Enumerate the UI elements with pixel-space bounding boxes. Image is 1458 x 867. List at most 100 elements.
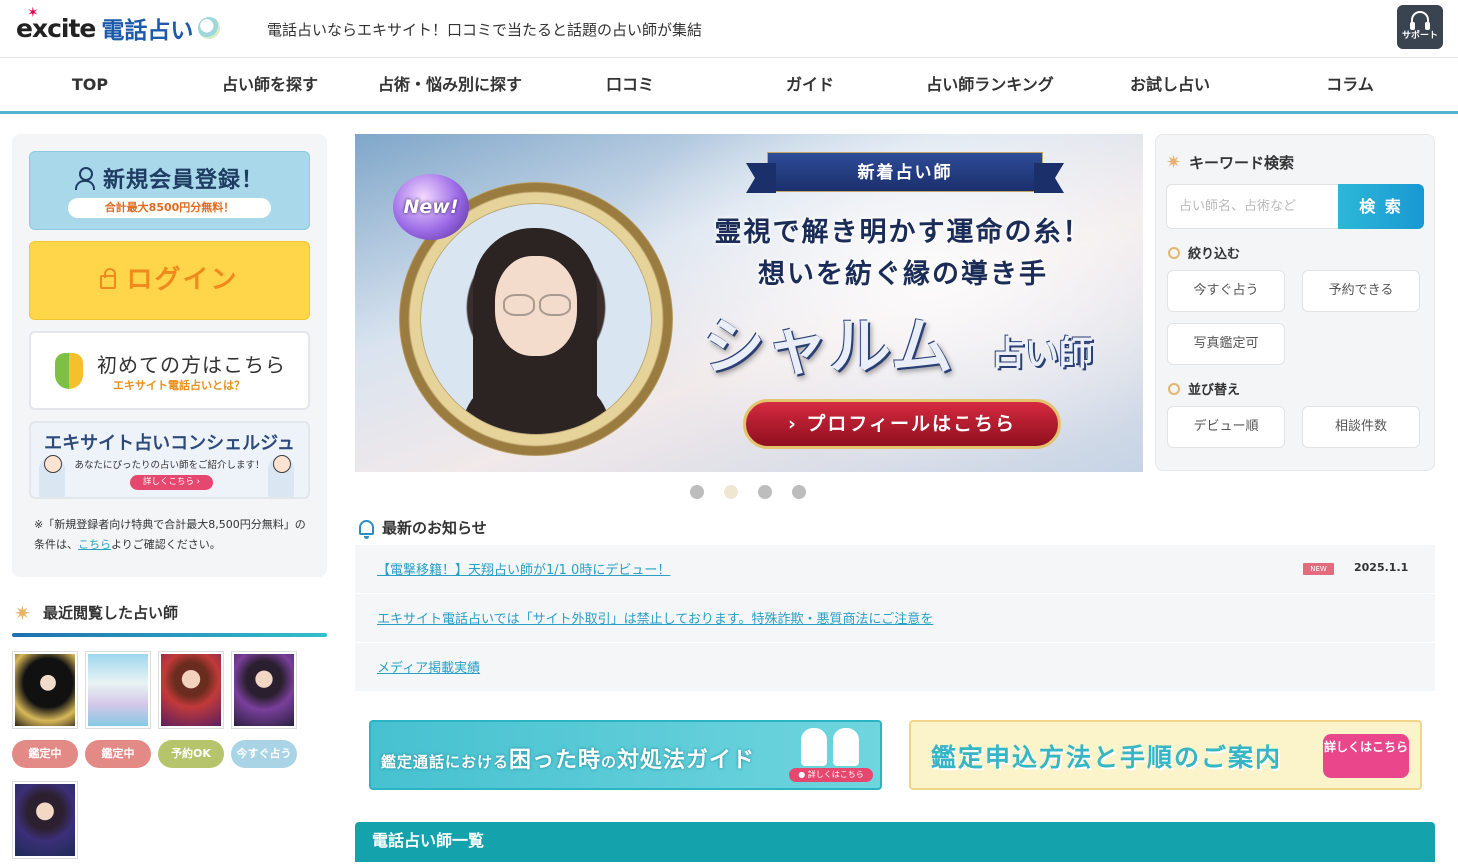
- status-badge: 今すぐ占う: [231, 740, 297, 768]
- recent-teller-thumb[interactable]: [12, 781, 78, 859]
- refresh-icon: [1168, 382, 1180, 395]
- carousel-dot[interactable]: [792, 485, 806, 499]
- filter-photo-reading[interactable]: 写真鑑定可: [1167, 323, 1285, 365]
- news-title: 最新のお知らせ: [359, 517, 487, 539]
- news-item: メディア掲載実績: [355, 643, 1435, 692]
- sort-debut-order[interactable]: デビュー順: [1167, 406, 1285, 448]
- carousel-dot-active[interactable]: [724, 485, 738, 499]
- global-nav: TOP 占い師を探す 占術・悩み別に探す 口コミ ガイド 占い師ランキング お試…: [0, 58, 1458, 114]
- filter-title-text: 絞り込む: [1188, 247, 1241, 262]
- nav-by-method[interactable]: 占術・悩み別に探す: [360, 58, 540, 111]
- application-guide-title: 鑑定申込方法と手順のご案内: [931, 743, 1283, 772]
- bell-icon: [359, 520, 374, 539]
- support-label: サポート: [1401, 31, 1438, 41]
- keyword-search-panel: ✷ キーワード検索 検 索 絞り込む 今すぐ占う 予約できる 写真鑑定可 並び替え…: [1155, 134, 1435, 471]
- nav-find-fortune-teller[interactable]: 占い師を探す: [180, 58, 360, 111]
- recent-section-title: ✷ 最近閲覧した占い師: [14, 602, 178, 623]
- nav-trial[interactable]: お試し占い: [1080, 58, 1260, 111]
- site-header: ✶ excite 電話占い 電話占いならエキサイト！口コミで当たると話題の占い師が…: [0, 0, 1458, 58]
- woman-illustration: [801, 728, 827, 766]
- teller-portrait: [421, 204, 651, 434]
- hero-carousel-slide[interactable]: New! 新着占い師 霊視で解き明かす運命の糸！ 想いを紡ぐ縁の導き手 シャルム…: [355, 134, 1143, 472]
- recent-divider: [12, 633, 327, 637]
- filter-reservable[interactable]: 予約できる: [1302, 270, 1420, 312]
- application-guide-detail-button: 詳しくはこちら: [1323, 734, 1409, 778]
- news-date: 2025.1.1: [1354, 561, 1409, 574]
- teller-photo: [88, 654, 148, 726]
- logo-star-icon: ✶: [27, 4, 39, 21]
- sort-title: 並び替え: [1168, 379, 1240, 398]
- hero-teller-role: 占い師: [991, 334, 1093, 374]
- news-item: 【電撃移籍！】天翔占い師が1/1 0時にデビュー！ NEW 2025.1.1: [355, 545, 1435, 594]
- register-button[interactable]: 新規会員登録！ 合計最大8500円分無料！: [29, 151, 310, 230]
- sparkle-icon: ✷: [1166, 151, 1182, 173]
- keyword-search-input[interactable]: [1166, 184, 1338, 229]
- sort-title-text: 並び替え: [1188, 383, 1241, 398]
- teller-list-header: 電話占い師一覧: [355, 822, 1435, 862]
- login-label: ログイン: [126, 265, 239, 295]
- status-badge: 鑑定中: [12, 740, 78, 768]
- recent-teller-thumb[interactable]: [158, 651, 224, 729]
- news-link[interactable]: 【電撃移籍！】天翔占い師が1/1 0時にデビュー！: [377, 559, 670, 578]
- benefit-note: ※「新規登録者向け特典で合計最大8,500円分無料」の条件は、こちらよりご確認く…: [34, 515, 314, 555]
- search-icon: [1168, 246, 1180, 259]
- sort-consultation-count[interactable]: 相談件数: [1302, 406, 1420, 448]
- first-time-button[interactable]: 初めての方はこちら エキサイト電話占いとは？: [29, 331, 310, 410]
- support-button[interactable]: サポート: [1397, 5, 1443, 49]
- new-badge: New!: [393, 174, 469, 240]
- news-title-text: 最新のお知らせ: [382, 519, 487, 537]
- keyword-search-title-text: キーワード検索: [1189, 154, 1295, 172]
- news-link[interactable]: エキサイト電話占いでは「サイト外取引」は禁止しております。特殊詐欺・悪質商法にご…: [377, 608, 933, 627]
- recent-title-text: 最近閲覧した占い師: [43, 604, 179, 622]
- headset-icon: [1410, 11, 1430, 30]
- sparkle-icon: ✷: [14, 600, 31, 625]
- carousel-dot[interactable]: [758, 485, 772, 499]
- search-button[interactable]: 検 索: [1338, 184, 1424, 229]
- logo-service-name: 電話占い: [101, 18, 194, 44]
- nav-guide[interactable]: ガイド: [720, 58, 900, 111]
- teller-photo: [234, 654, 294, 726]
- logo-excite: ✶ excite: [16, 5, 96, 43]
- teller-photo: [15, 654, 75, 726]
- status-badge: 鑑定中: [85, 740, 151, 768]
- nav-top[interactable]: TOP: [0, 58, 180, 111]
- teller-photo: [15, 784, 75, 856]
- note-text-post: よりご確認ください。: [111, 538, 221, 551]
- concierge-banner[interactable]: エキサイト占いコンシェルジュ あなたにぴったりの占い師をご紹介します！ 詳しくこ…: [29, 421, 310, 499]
- trouble-guide-detail-button: ● 詳しくはこちら: [789, 768, 873, 782]
- filter-title: 絞り込む: [1168, 243, 1240, 262]
- news-item: エキサイト電話占いでは「サイト外取引」は禁止しております。特殊詐欺・悪質商法にご…: [355, 594, 1435, 643]
- application-guide-banner[interactable]: 鑑定申込方法と手順のご案内 詳しくはこちら: [909, 720, 1422, 790]
- news-link[interactable]: メディア掲載実績: [377, 657, 480, 676]
- hero-teller-name: シャルム: [703, 310, 954, 383]
- trouble-guide-banner[interactable]: 鑑定通話における困った時の対処法ガイド ● 詳しくはこちら: [369, 720, 882, 790]
- news-list: 【電撃移籍！】天翔占い師が1/1 0時にデビュー！ NEW 2025.1.1 エ…: [355, 545, 1435, 692]
- recent-teller-thumb[interactable]: [231, 651, 297, 729]
- site-tagline: 電話占いならエキサイト！口コミで当たると話題の占い師が集結: [267, 21, 703, 39]
- login-button[interactable]: ログイン: [29, 241, 310, 320]
- carousel-dots: [690, 485, 806, 499]
- trouble-guide-title: 鑑定通話における困った時の対処法ガイド: [381, 748, 756, 773]
- hero-headline-2: 想いを紡ぐ縁の導き手: [758, 259, 1048, 290]
- hero-headline-1: 霊視で解き明かす運命の糸！: [714, 217, 1092, 248]
- filter-available-now[interactable]: 今すぐ占う: [1167, 270, 1285, 312]
- carousel-dot[interactable]: [690, 485, 704, 499]
- add-user-icon: [74, 167, 95, 190]
- left-member-panel: 新規会員登録！ 合計最大8500円分無料！ ログイン 初めての方はこちら エキサ…: [12, 134, 327, 577]
- nav-column[interactable]: コラム: [1260, 58, 1440, 111]
- keyword-search-title: ✷ キーワード検索: [1166, 152, 1294, 173]
- beginner-mark-icon: [55, 353, 83, 389]
- recent-teller-thumb[interactable]: [12, 651, 78, 729]
- register-benefit: 合計最大8500円分無料！: [68, 198, 271, 218]
- first-time-title: 初めての方はこちら: [97, 353, 286, 377]
- nav-ranking[interactable]: 占い師ランキング: [900, 58, 1080, 111]
- note-link[interactable]: こちら: [78, 538, 111, 551]
- first-time-sub: エキサイト電話占いとは？: [113, 379, 245, 392]
- site-logo[interactable]: ✶ excite 電話占い: [16, 5, 221, 48]
- nav-reviews[interactable]: 口コミ: [540, 58, 720, 111]
- new-label: NEW: [1303, 563, 1334, 575]
- status-badge: 予約OK: [158, 740, 224, 768]
- woman-illustration: [833, 728, 859, 766]
- profile-button: › プロフィールはこちら: [743, 399, 1061, 449]
- recent-teller-thumb[interactable]: [85, 651, 151, 729]
